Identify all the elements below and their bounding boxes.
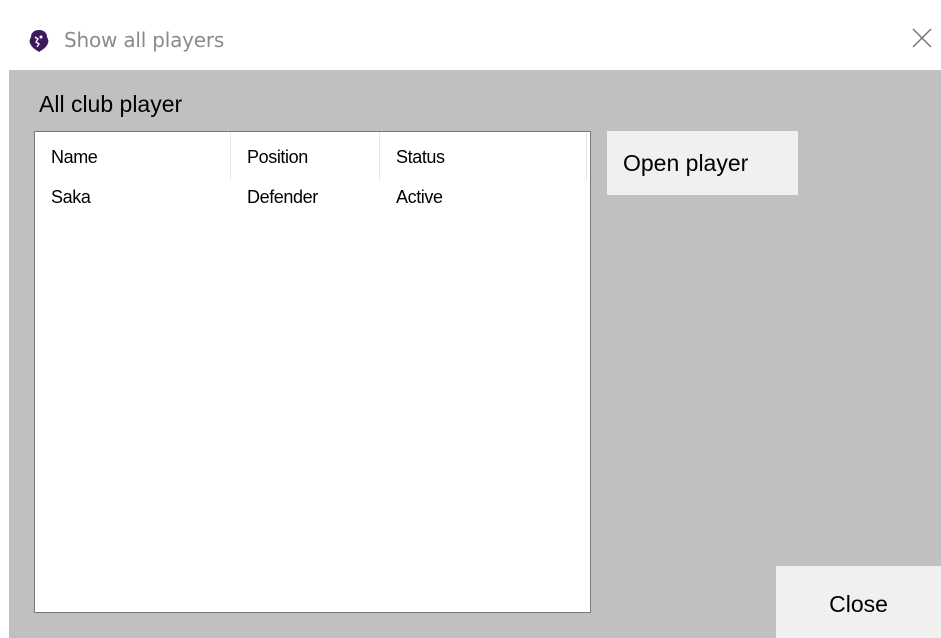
list-header: Name Position Status [35,132,590,180]
column-header-position[interactable]: Position [231,132,380,180]
all-club-player-label: All club player [39,91,183,117]
players-list-view[interactable]: Name Position Status Saka Defender Activ… [34,131,591,613]
close-button[interactable]: Close [776,566,941,638]
premier-league-lion-icon [28,29,50,53]
client-area: All club player Name Position Status Sak… [9,70,941,638]
cell-name: Saka [51,187,91,207]
close-window-icon[interactable] [911,27,933,49]
open-player-button[interactable]: Open player [607,131,798,195]
column-header-status[interactable]: Status [380,132,587,180]
table-row[interactable]: Saka Defender Active [35,187,590,217]
column-header-name[interactable]: Name [35,132,231,180]
cell-status: Active [396,187,443,207]
show-all-players-window: Show all players All club player Name Po… [0,0,941,638]
window-title: Show all players [64,28,225,52]
title-bar: Show all players [0,0,941,70]
cell-position: Defender [247,187,318,207]
